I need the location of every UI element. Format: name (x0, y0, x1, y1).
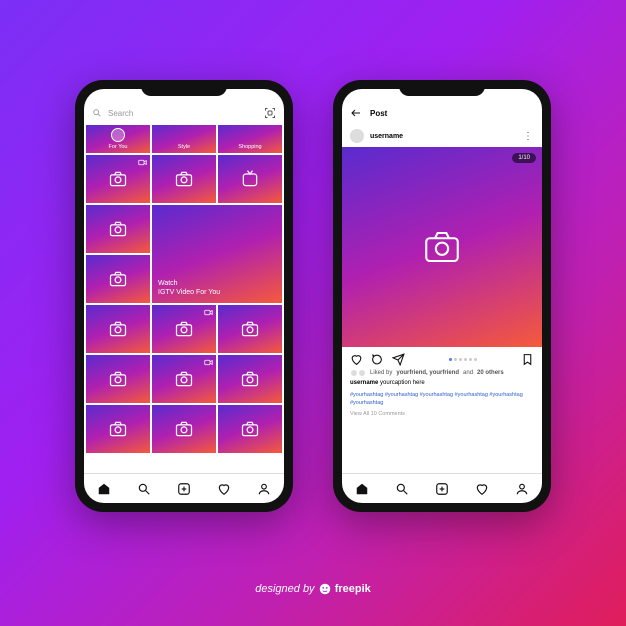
camera-icon (108, 219, 128, 239)
search-nav-icon[interactable] (395, 482, 409, 496)
profile-icon[interactable] (257, 482, 271, 496)
tab-shopping[interactable]: Shopping (218, 125, 282, 153)
igtv-caption-line2: IGTV Video For You (158, 289, 220, 297)
bottom-nav (84, 473, 284, 503)
search-input[interactable]: Search (92, 108, 258, 118)
post-image[interactable]: 1/10 (342, 147, 542, 347)
freepik-logo-icon (318, 582, 332, 596)
bottom-nav (342, 473, 542, 503)
add-post-icon[interactable] (435, 482, 449, 496)
camera-icon (108, 269, 128, 289)
grid-cell[interactable] (86, 305, 150, 353)
tab-avatar (111, 128, 125, 142)
tab-for-you[interactable]: For You (86, 125, 150, 153)
camera-icon (421, 226, 463, 268)
home-icon[interactable] (355, 482, 369, 496)
grid-cell-wide[interactable]: Watch IGTV Video For You (152, 205, 282, 303)
post-caption: username yourcaption here (342, 377, 542, 386)
post-screen: Post username ⋮ 1/10 (342, 89, 542, 503)
phone-post: Post username ⋮ 1/10 (333, 80, 551, 512)
grid-cell[interactable] (152, 405, 216, 453)
grid-cell[interactable] (86, 205, 150, 253)
home-icon[interactable] (97, 482, 111, 496)
post-user-row: username ⋮ (342, 125, 542, 147)
camera-icon (108, 369, 128, 389)
liker-avatar (358, 369, 366, 377)
share-icon[interactable] (392, 353, 405, 366)
profile-icon[interactable] (515, 482, 529, 496)
video-badge-icon (138, 158, 147, 167)
camera-icon (174, 369, 194, 389)
grid-cell[interactable] (218, 305, 282, 353)
grid-cell[interactable] (86, 255, 150, 303)
grid-cell[interactable] (218, 355, 282, 403)
scan-icon[interactable] (264, 107, 276, 119)
credit-line: designed by freepik (0, 582, 626, 596)
grid-cell-igtv[interactable] (218, 155, 282, 203)
grid-cell[interactable] (218, 405, 282, 453)
post-hashtags[interactable]: #yourhashtag #yourhashtag #yourhashtag #… (342, 386, 542, 407)
grid-cell[interactable] (86, 355, 150, 403)
post-username[interactable]: username (370, 133, 403, 140)
camera-icon (108, 169, 128, 189)
comment-icon[interactable] (371, 353, 384, 366)
grid-cell[interactable] (152, 155, 216, 203)
camera-icon (108, 319, 128, 339)
explore-tabs: For You Style Shopping (84, 125, 284, 153)
grid-cell[interactable] (152, 305, 216, 353)
carousel-dots (449, 358, 477, 361)
bookmark-icon[interactable] (521, 353, 534, 366)
image-counter: 1/10 (512, 153, 536, 163)
video-badge-icon (204, 308, 213, 317)
search-nav-icon[interactable] (137, 482, 151, 496)
notch (399, 80, 485, 96)
search-icon (92, 108, 102, 118)
explore-screen: Search For You Style Shopping (84, 89, 284, 503)
post-actions (342, 347, 542, 369)
igtv-icon (240, 169, 260, 189)
phone-explore: Search For You Style Shopping (75, 80, 293, 512)
liker-avatar (350, 369, 358, 377)
camera-icon (240, 369, 260, 389)
explore-grid: Watch IGTV Video For You (84, 153, 284, 473)
like-icon[interactable] (350, 353, 363, 366)
igtv-caption-line1: Watch (158, 280, 178, 288)
post-title: Post (370, 109, 534, 118)
view-comments[interactable]: View All 10 Comments (342, 407, 542, 421)
add-post-icon[interactable] (177, 482, 191, 496)
camera-icon (108, 419, 128, 439)
heart-icon[interactable] (475, 482, 489, 496)
video-badge-icon (204, 358, 213, 367)
grid-cell[interactable] (86, 155, 150, 203)
grid-cell[interactable] (152, 355, 216, 403)
liked-by[interactable]: Liked by yourfriend, yourfriend and 20 o… (342, 369, 542, 377)
camera-icon (240, 419, 260, 439)
more-icon[interactable]: ⋮ (523, 131, 534, 142)
camera-icon (240, 319, 260, 339)
avatar[interactable] (350, 129, 364, 143)
heart-icon[interactable] (217, 482, 231, 496)
search-placeholder: Search (108, 109, 133, 118)
grid-cell[interactable] (86, 405, 150, 453)
camera-icon (174, 319, 194, 339)
camera-icon (174, 169, 194, 189)
back-icon[interactable] (350, 107, 362, 119)
camera-icon (174, 419, 194, 439)
notch (141, 80, 227, 96)
tab-style[interactable]: Style (152, 125, 216, 153)
